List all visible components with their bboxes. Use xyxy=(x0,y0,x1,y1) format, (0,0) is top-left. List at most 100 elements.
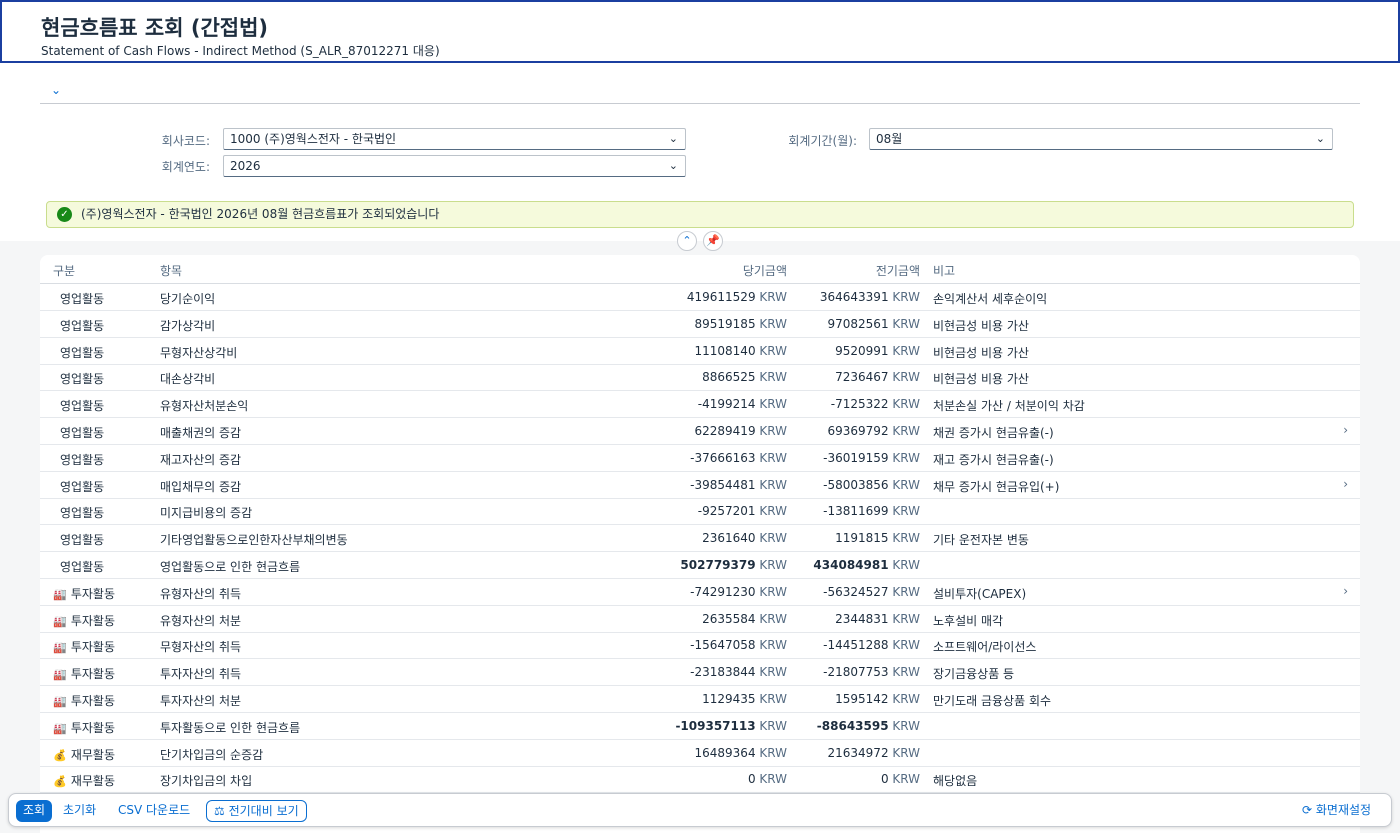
currency-unit: KRW xyxy=(892,611,920,626)
row-category: 영업활동 xyxy=(60,558,104,575)
chevron-down-icon[interactable]: ⌄ xyxy=(46,83,66,97)
pin-header-button[interactable]: 📌 xyxy=(703,231,723,251)
amount-value: 1191815 xyxy=(835,531,889,546)
amount-value: 1129435 xyxy=(702,692,756,706)
currency-unit: KRW xyxy=(892,558,920,572)
chevron-right-icon[interactable]: › xyxy=(1343,584,1348,598)
row-remark: 해당없음 xyxy=(933,774,978,789)
row-category-label: 영업활동 xyxy=(60,506,105,521)
collapse-header-button[interactable]: ⌃ xyxy=(677,231,697,251)
currency-unit: KRW xyxy=(892,718,920,733)
table-row: 🏭 투자활동 투자자산의 처분 1129435 KRW 1595142 KRW 만기도래… xyxy=(40,686,1360,713)
company-code-label: 회사코드: xyxy=(161,134,210,148)
row-previous-amount: 9520991 KRW xyxy=(800,344,920,358)
row-current-amount: 2361640 KRW xyxy=(640,531,787,545)
amount-value: -9257201 xyxy=(697,504,756,519)
table-row[interactable]: 영업활동 매입채무의 증감 -39854481 KRW -58003856 KRW 채무… xyxy=(40,472,1360,499)
row-remark: 노후설비 매각 xyxy=(933,613,1004,628)
column-header-category[interactable]: 구분 xyxy=(53,262,75,279)
row-previous-amount: -88643595 KRW xyxy=(800,719,920,733)
amount-value: -58003856 xyxy=(823,477,889,492)
reset-button[interactable]: 초기화 xyxy=(56,800,103,822)
row-category: 💰 재무활동 xyxy=(53,746,115,763)
currency-unit: KRW xyxy=(892,397,920,412)
table-header: 구분 항목 당기금액 전기금액 비고 xyxy=(40,255,1360,284)
row-previous-amount: 69369792 KRW xyxy=(800,424,921,438)
row-category: 영업활동 xyxy=(60,344,104,361)
column-header-current[interactable]: 당기금액 xyxy=(640,262,787,279)
compare-previous-button[interactable]: ⚖ 전기대비 보기 xyxy=(206,800,307,822)
chevron-down-icon: ⌄ xyxy=(1315,132,1325,145)
table-row[interactable]: 🏭 투자활동 유형자산의 취득 -74291230 KRW -56324527 KRW… xyxy=(40,579,1360,606)
row-previous-amount: -36019159 KRW xyxy=(800,451,920,465)
row-category: 영업활동 xyxy=(60,531,104,548)
currency-unit: KRW xyxy=(759,370,787,385)
money-bag-icon: 💰 xyxy=(53,748,67,762)
row-category: 영업활동 xyxy=(60,424,104,441)
row-remark: 장기금융상품 등 xyxy=(933,667,1015,682)
row-category: 영업활동 xyxy=(60,451,104,468)
chevron-right-icon[interactable]: › xyxy=(1343,423,1348,437)
row-current-amount: 62289419 KRW xyxy=(640,424,788,438)
company-code-select[interactable]: 1000 (주)영웍스전자 - 한국법인 ⌄ xyxy=(223,128,686,150)
currency-unit: KRW xyxy=(892,370,920,385)
table-row[interactable]: 영업활동 매출채권의 증감 62289419 KRW 69369792 KRW 채권 증… xyxy=(40,418,1360,445)
table-row: 영업활동 감가상각비 89519185 KRW 97082561 KRW 비현금성 비용… xyxy=(40,311,1360,338)
row-category-label: 영업활동 xyxy=(60,452,105,467)
row-category: 🏭 투자활동 xyxy=(53,638,115,655)
currency-unit: KRW xyxy=(892,638,920,653)
currency-unit: KRW xyxy=(759,718,787,733)
column-header-previous[interactable]: 전기금액 xyxy=(800,262,920,279)
row-remark: 채무 증가시 현금유입(+) xyxy=(933,479,1060,494)
row-current-amount: 16489364 KRW xyxy=(640,746,788,760)
row-item: 투자자산의 취득 xyxy=(160,667,242,682)
fiscal-year-select[interactable]: 2026 ⌄ xyxy=(223,155,686,177)
row-remark: 기타 운전자본 변동 xyxy=(933,533,1029,548)
row-category-label: 영업활동 xyxy=(60,533,105,548)
row-category-label: 영업활동 xyxy=(60,318,105,333)
table-row: 💰 재무활동 장기차입금의 차입 0 KRW 0 KRW 해당없음 xyxy=(40,766,1360,794)
amount-value: 0 xyxy=(747,772,756,787)
amount-value: 1595142 xyxy=(835,692,889,706)
row-category: 영업활동 xyxy=(60,478,104,495)
row-current-amount: -74291230 KRW xyxy=(640,585,787,599)
row-current-amount: 0 KRW xyxy=(640,772,787,786)
table-row: 🏭 투자활동 무형자산의 취득 -15647058 KRW -14451288 KRW… xyxy=(40,632,1360,660)
row-current-amount: 2635584 KRW xyxy=(640,612,787,626)
column-header-item[interactable]: 항목 xyxy=(160,262,182,279)
row-category: 🏭 투자활동 xyxy=(53,719,115,736)
table-row: 🏭 투자활동 투자활동으로 인한 현금흐름 -109357113 KRW -88643… xyxy=(40,713,1360,740)
row-remark: 채권 증가시 현금유출(-) xyxy=(933,426,1054,440)
fiscal-period-select[interactable]: 08월 ⌄ xyxy=(869,128,1333,150)
amount-value: -37666163 xyxy=(690,450,756,465)
csv-download-label: CSV 다운로드 xyxy=(118,803,191,817)
currency-unit: KRW xyxy=(892,343,920,358)
row-previous-amount: 97082561 KRW xyxy=(800,317,921,331)
reset-layout-button[interactable]: ⟳ 화면재설정 xyxy=(1295,800,1378,822)
amount-value: 7236467 xyxy=(835,370,889,385)
row-category: 🏭 투자활동 xyxy=(53,585,115,602)
row-current-amount: 11108140 KRW xyxy=(640,344,788,358)
table-row: 영업활동 미지급비용의 증감 -9257201 KRW -13811699 KRW xyxy=(40,498,1360,526)
success-message-text: (주)영웍스전자 - 한국법인 2026년 08월 현금흐름표가 조회되었습니다 xyxy=(81,207,440,221)
amount-value: 9520991 xyxy=(835,343,889,358)
row-previous-amount: 2344831 KRW xyxy=(800,612,920,626)
row-current-amount: 89519185 KRW xyxy=(640,317,788,331)
row-current-amount: 1129435 KRW xyxy=(640,692,787,706)
column-header-remark[interactable]: 비고 xyxy=(933,262,955,279)
row-item: 영업활동으로 인한 현금흐름 xyxy=(160,560,301,574)
table-row: 영업활동 재고자산의 증감 -37666163 KRW -36019159 KRW 재고… xyxy=(40,445,1360,472)
csv-download-button[interactable]: CSV 다운로드 xyxy=(111,800,197,822)
row-previous-amount: -14451288 KRW xyxy=(800,638,920,652)
row-previous-amount: -58003856 KRW xyxy=(800,478,920,492)
row-item: 당기순이익 xyxy=(160,292,216,306)
amount-value: -7125322 xyxy=(830,397,889,412)
filter-divider xyxy=(40,103,1360,104)
row-category-label: 투자활동 xyxy=(70,720,115,735)
amount-value: 2344831 xyxy=(835,611,889,626)
currency-unit: KRW xyxy=(892,665,920,680)
search-button[interactable]: 조회 xyxy=(16,800,53,822)
row-previous-amount: 21634972 KRW xyxy=(800,746,921,760)
table-row: 🏭 투자활동 유형자산의 처분 2635584 KRW 2344831 KRW 노후설비… xyxy=(40,606,1360,633)
chevron-right-icon[interactable]: › xyxy=(1343,477,1348,491)
